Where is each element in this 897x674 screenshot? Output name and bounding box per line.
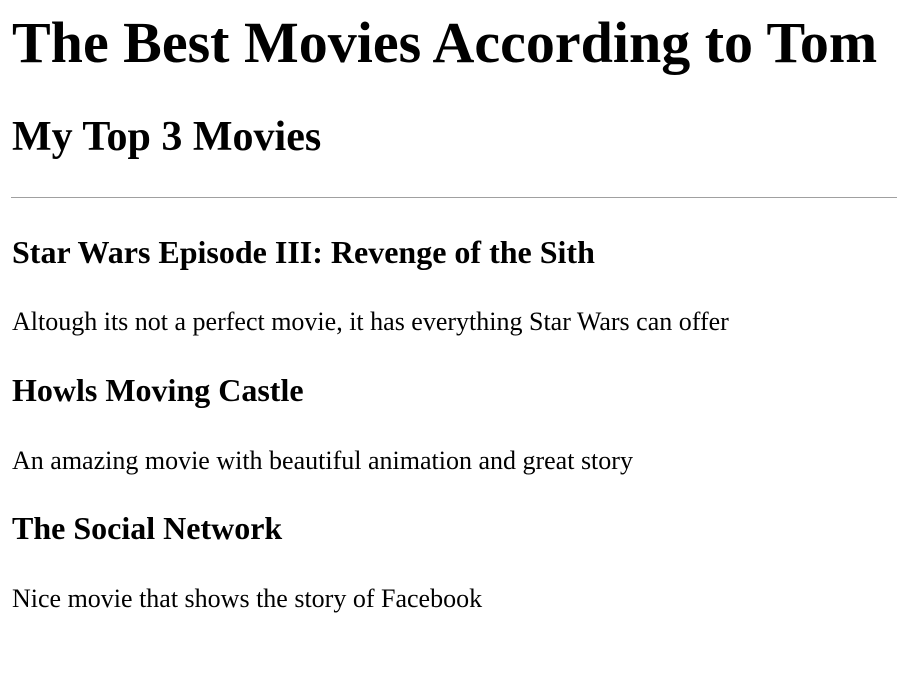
movie-title: The Social Network — [12, 510, 283, 546]
movie-title: Howls Moving Castle — [12, 372, 304, 408]
movie-description: Altough its not a perfect movie, it has … — [12, 307, 729, 336]
movie-description: Nice movie that shows the story of Faceb… — [12, 584, 483, 613]
movie-title: Star Wars Episode III: Revenge of the Si… — [12, 234, 595, 270]
movie-description: An amazing movie with beautiful animatio… — [12, 446, 633, 475]
page: The Best Movies According to Tom My Top … — [0, 0, 897, 674]
page-title: The Best Movies According to Tom — [12, 10, 878, 75]
section-title: My Top 3 Movies — [12, 114, 322, 160]
divider — [11, 197, 897, 198]
